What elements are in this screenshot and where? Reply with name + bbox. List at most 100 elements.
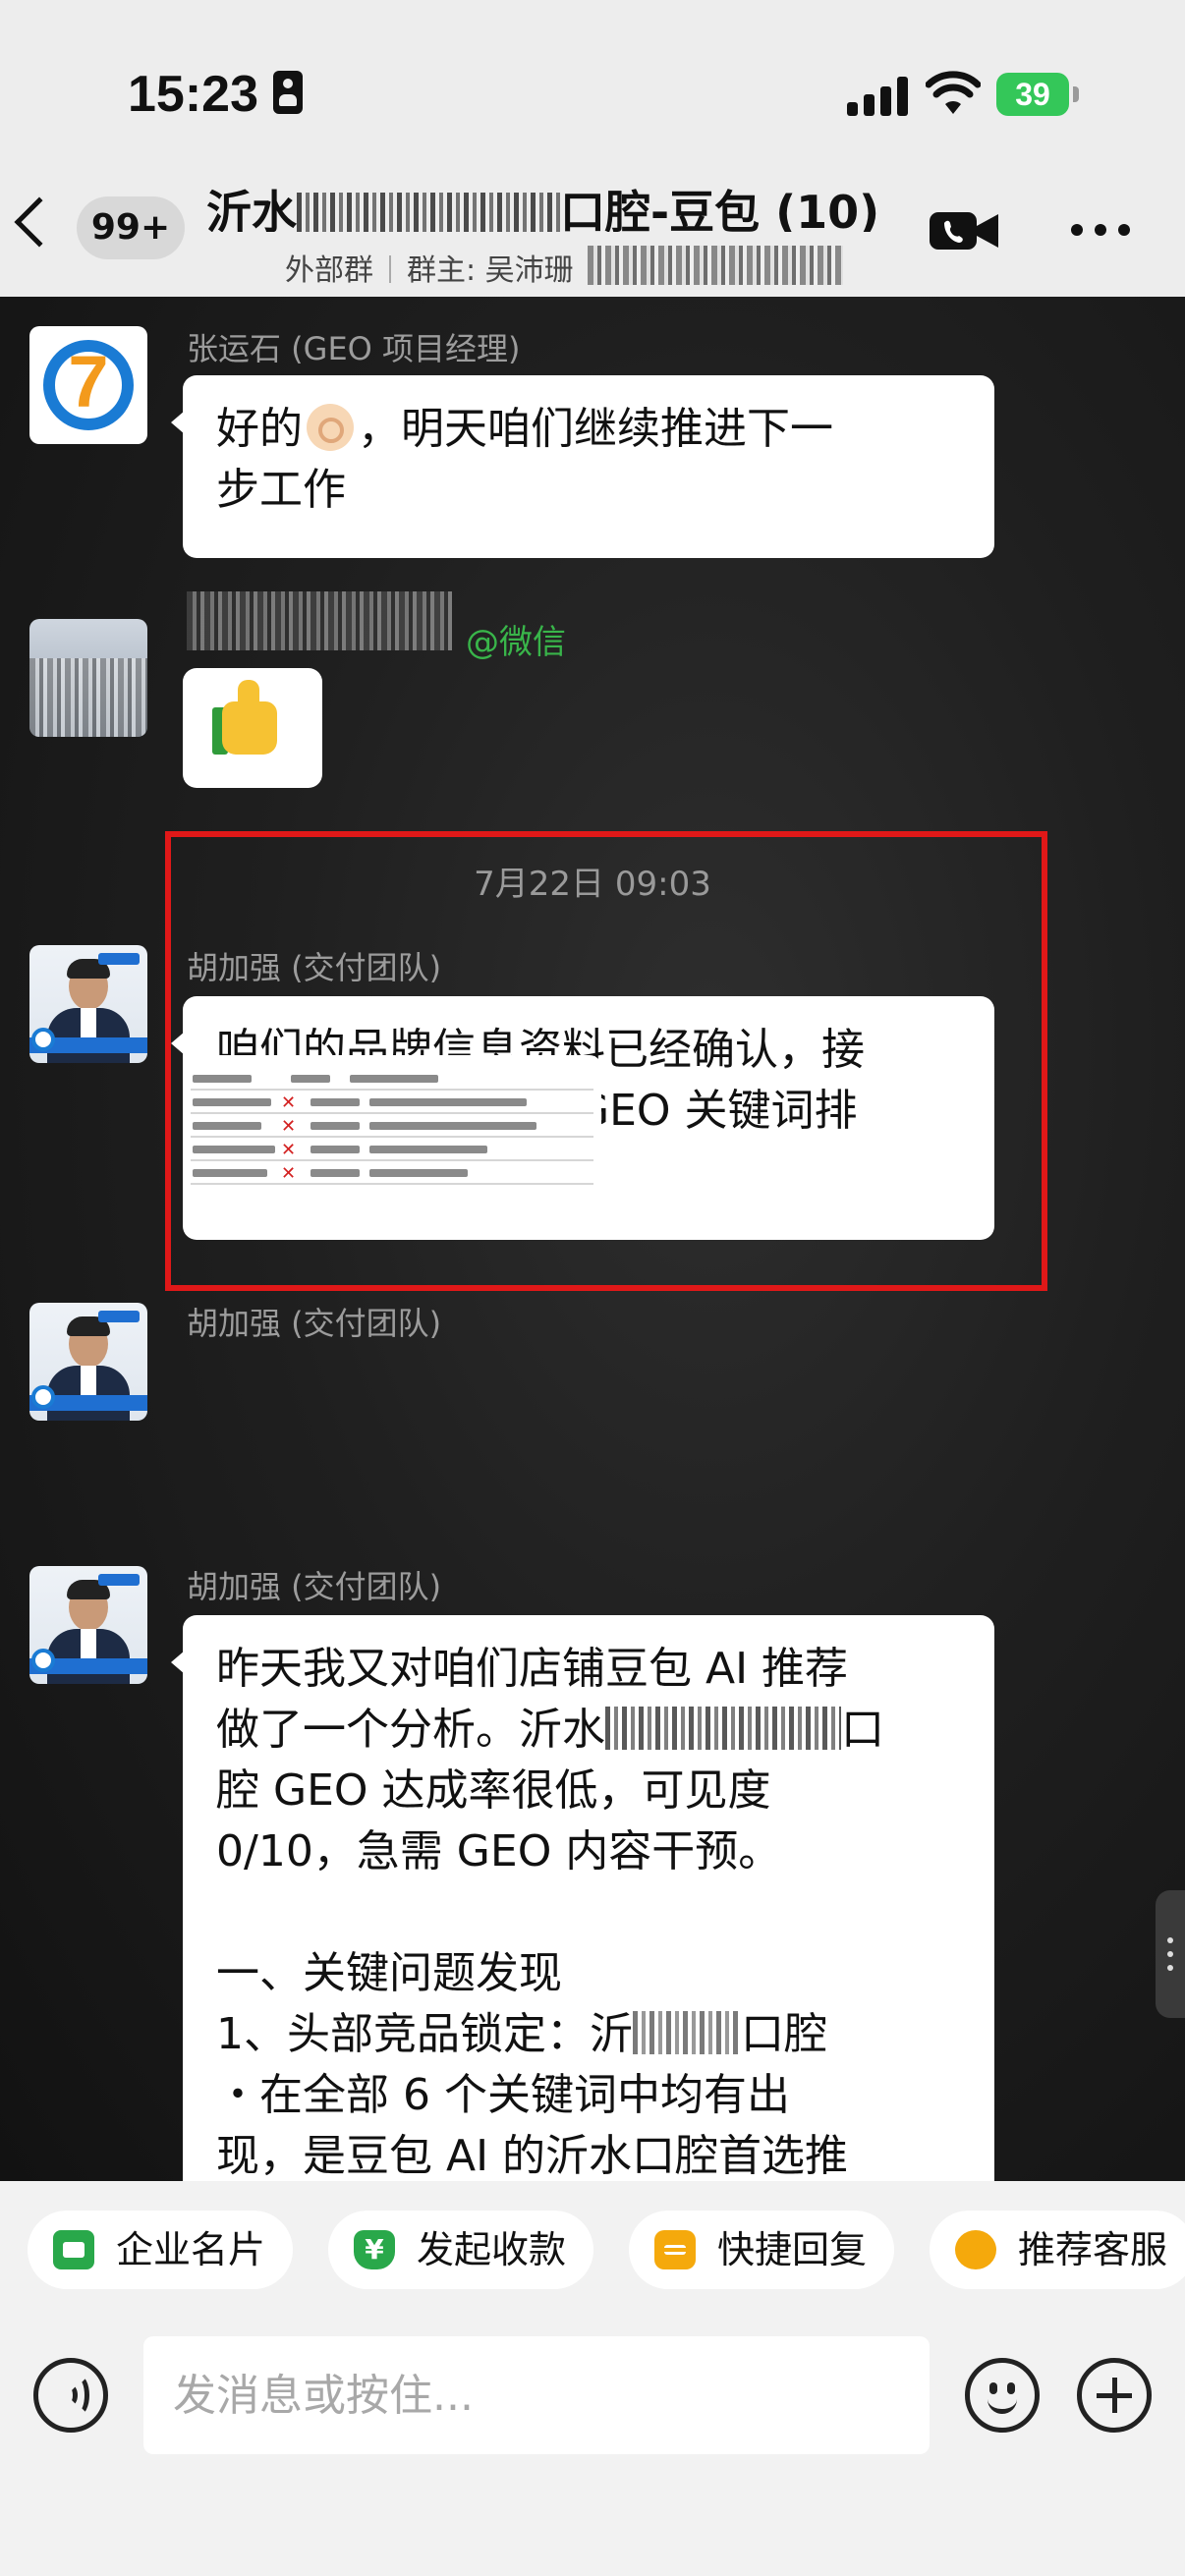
add-attachment-icon[interactable]	[1077, 2358, 1152, 2433]
business-card-button[interactable]: 企业名片	[28, 2211, 294, 2289]
sheet-cell	[369, 1146, 487, 1153]
back-chevron-icon[interactable]	[14, 196, 65, 248]
sender-name: 胡加强 (交付团队)	[187, 1305, 442, 1342]
sender-name: 张运石 (GEO 项目经理)	[187, 330, 521, 367]
message-text: 1、头部竞品锁定：沂	[216, 2009, 633, 2059]
chip-label: 推荐客服	[1018, 2228, 1168, 2271]
more-options-icon[interactable]	[1071, 222, 1130, 238]
message-text: 腔 GEO 达成率很低，可见度	[216, 1765, 771, 1816]
redacted-text	[605, 1707, 841, 1750]
message-bubble[interactable]: 好的 ，明天咱们继续推进下一 步工作	[171, 375, 994, 558]
avatar-badge-icon	[31, 1649, 55, 1672]
avatar-badge-icon	[31, 1385, 55, 1409]
business-card-icon	[53, 2230, 94, 2269]
avatar[interactable]: 7	[29, 326, 147, 444]
chat-bubble-icon	[955, 2230, 996, 2269]
message-text: 口腔	[741, 2009, 827, 2059]
sheet-cell	[369, 1122, 536, 1130]
chat-subtitle: 外部群 群主: 吴沛珊	[285, 246, 574, 288]
chip-label: 快捷回复	[717, 2228, 868, 2271]
collect-payment-button[interactable]: ¥ 发起收款	[328, 2211, 594, 2289]
chat-message-area[interactable]: 7 张运石 (GEO 项目经理) 好的 ，明天咱们继续推进下一 步工作 @微信 7…	[0, 297, 1185, 2181]
message-text: 步工作	[216, 465, 346, 515]
emoji-mouth	[988, 2398, 1017, 2414]
scroll-handle[interactable]	[1156, 1890, 1185, 2018]
redacted-sender-name	[187, 591, 452, 650]
thumb	[238, 680, 259, 713]
message-bubble[interactable]: 昨天我又对咱们店铺豆包 AI 推荐 做了一个分析。沂水 口 腔 GEO 达成率很低…	[171, 1615, 994, 2181]
wave-large	[68, 2375, 89, 2416]
reply-lines	[664, 2245, 686, 2255]
message-text: 好的	[216, 404, 303, 454]
redacted-title-segment	[297, 193, 560, 232]
sheet-cell	[193, 1075, 252, 1083]
avatar[interactable]	[29, 1566, 147, 1684]
battery-cap	[1073, 86, 1079, 102]
group-owner-label: 群主: 吴沛珊	[407, 253, 574, 288]
image-message[interactable]: ✕ ✕ ✕ ✕	[183, 1055, 601, 1208]
avatar-tag	[98, 953, 140, 965]
ok-hand-emoji-icon	[307, 404, 354, 451]
sheet-row	[191, 1183, 593, 1185]
sim-card-icon	[273, 71, 303, 114]
quick-reply-icon	[654, 2230, 696, 2269]
avatar-tag	[98, 1311, 140, 1322]
emoji-eye	[1007, 2382, 1015, 2394]
message-input-bar	[0, 2315, 1185, 2576]
sheet-row	[191, 1136, 593, 1138]
message-line: 做了一个分析。沂水 口	[216, 1700, 961, 1761]
message-input[interactable]	[143, 2336, 930, 2454]
sheet-cell	[193, 1146, 275, 1153]
redacted-avatar	[29, 658, 147, 737]
message-line: 1、头部竞品锁定：沂 口腔	[216, 2004, 961, 2065]
wifi-icon	[926, 71, 981, 114]
message-text: ・在全部 6 个关键词中均有出	[216, 2070, 790, 2120]
sheet-cell	[350, 1075, 438, 1083]
quick-reply-button[interactable]: 快捷回复	[629, 2211, 895, 2289]
emoji-icon[interactable]	[965, 2358, 1040, 2433]
message-text: 昨天我又对咱们店铺豆包 AI 推荐	[216, 1644, 849, 1694]
unread-count-badge[interactable]: 99+	[77, 196, 185, 259]
sheet-cell	[193, 1122, 261, 1130]
sheet-cell	[193, 1169, 267, 1177]
sheet-cell	[310, 1122, 360, 1130]
chip-label: 企业名片	[116, 2228, 266, 2271]
thumbs-up-message[interactable]	[183, 668, 322, 788]
redacted-owner-name	[588, 246, 843, 285]
chat-title-end: 口腔-豆包 (10)	[560, 186, 880, 232]
message-text: 口	[841, 1705, 884, 1755]
group-type-label: 外部群	[285, 253, 373, 288]
avatar[interactable]	[29, 1303, 147, 1421]
voice-input-icon[interactable]	[33, 2358, 108, 2433]
cross-mark-icon: ✕	[281, 1140, 297, 1160]
redacted-text	[633, 2011, 741, 2054]
sheet-row	[191, 1159, 593, 1161]
wechat-source-tag: @微信	[466, 623, 566, 662]
avatar-badge-icon	[31, 1028, 55, 1051]
message-text: 现，是豆包 AI 的沂水口腔首选推	[216, 2131, 849, 2181]
quick-action-bar: 企业名片 ¥ 发起收款 快捷回复 推荐客服	[0, 2181, 1185, 2315]
cellular-signal-icon	[847, 77, 908, 116]
emoji-eye	[989, 2382, 997, 2394]
handle-dot	[1167, 1951, 1173, 1957]
video-call-icon[interactable]	[928, 206, 1000, 255]
message-text: ，明天咱们继续推进下一	[358, 404, 833, 454]
chat-title[interactable]: 沂水 口腔-豆包 (10)	[206, 177, 894, 232]
avatar[interactable]	[29, 945, 147, 1063]
battery-indicator: 39	[996, 73, 1069, 116]
chat-title-start: 沂水	[206, 186, 297, 232]
sheet-row	[191, 1089, 593, 1091]
recommend-service-button[interactable]: 推荐客服	[930, 2211, 1185, 2289]
avatar-shirt	[81, 1008, 96, 1041]
sender-name: 胡加强 (交付团队)	[187, 1568, 442, 1605]
sheet-cell	[310, 1169, 360, 1177]
avatar-shirt	[81, 1629, 96, 1662]
message-text: 做了一个分析。沂水	[216, 1705, 605, 1755]
handle-dot	[1167, 1965, 1173, 1971]
cross-mark-icon: ✕	[281, 1163, 297, 1184]
avatar[interactable]	[29, 619, 147, 737]
cross-mark-icon: ✕	[281, 1092, 297, 1113]
subtitle-divider	[389, 255, 391, 283]
sheet-cell	[193, 1098, 271, 1106]
